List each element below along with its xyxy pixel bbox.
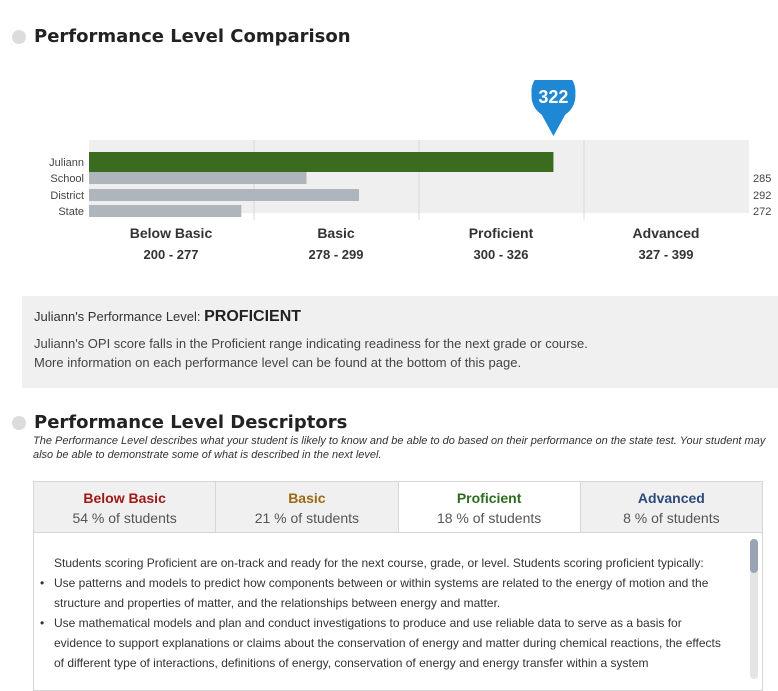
- range-proficient: Proficient 300 - 326: [419, 225, 583, 262]
- descriptor-list: Use patterns and models to predict how c…: [40, 573, 732, 673]
- panel-scrollbar[interactable]: [750, 539, 758, 679]
- bar: [89, 189, 359, 201]
- section-bullet-icon: [12, 415, 26, 430]
- range-name: Basic: [317, 225, 355, 241]
- range-span: 200 - 277: [143, 247, 199, 262]
- range-name: Advanced: [632, 225, 700, 241]
- tab-advanced[interactable]: Advanced 8 % of students: [580, 482, 762, 532]
- tab-name: Basic: [288, 490, 326, 506]
- comparison-header: Performance Level Comparison: [12, 26, 351, 47]
- tab-percent: 54 % of students: [72, 510, 177, 526]
- bar-category-label: State: [58, 206, 84, 218]
- summary-level: PROFICIENT: [204, 308, 302, 325]
- summary-text: Juliann's OPI score falls in the Profici…: [34, 334, 778, 372]
- tab-name: Advanced: [637, 490, 705, 506]
- bar-category-label: School: [50, 173, 84, 185]
- performance-summary: Juliann's Performance Level: PROFICIENT …: [22, 296, 778, 388]
- range-below-basic: Below Basic 200 - 277: [89, 225, 253, 262]
- range-basic: Basic 278 - 299: [254, 225, 418, 262]
- bar-value-label: 272: [753, 206, 771, 218]
- tab-basic[interactable]: Basic 21 % of students: [216, 482, 399, 532]
- range-span: 278 - 299: [308, 247, 364, 262]
- tab-percent: 18 % of students: [436, 510, 542, 526]
- descriptors-header: Performance Level Descriptors: [12, 412, 347, 433]
- section-bullet-icon: [12, 29, 26, 44]
- descriptor-bullet: Use mathematical models and plan and con…: [40, 613, 732, 673]
- summary-line-2: More information on each performance lev…: [34, 355, 522, 370]
- descriptor-panel[interactable]: Students scoring Proficient are on-track…: [33, 533, 763, 691]
- descriptor-bullet: Use patterns and models to predict how c…: [40, 573, 732, 613]
- tab-name: Proficient: [456, 490, 522, 506]
- descriptors-intro: The Performance Level describes what you…: [33, 435, 766, 461]
- score-pin-label: 322: [538, 87, 568, 107]
- level-tabs: Below Basic 54 % of students Basic 21 % …: [33, 481, 763, 533]
- range-advanced: Advanced 327 - 399: [584, 225, 748, 262]
- scrollbar-thumb[interactable]: [750, 539, 758, 573]
- bar: [89, 205, 242, 217]
- tab-percent: 8 % of students: [623, 510, 720, 526]
- range-span: 327 - 399: [638, 247, 694, 262]
- descriptor-intro: Students scoring Proficient are on-track…: [54, 556, 704, 570]
- range-span: 300 - 326: [473, 247, 529, 262]
- summary-heading: Juliann's Performance Level: PROFICIENT: [34, 308, 778, 326]
- bar: [89, 152, 554, 172]
- tab-percent: 21 % of students: [254, 510, 360, 526]
- range-name: Proficient: [468, 225, 534, 241]
- summary-label: Juliann's Performance Level:: [34, 309, 205, 324]
- bar: [89, 172, 307, 184]
- range-name: Below Basic: [129, 225, 213, 241]
- summary-line-1: Juliann's OPI score falls in the Profici…: [34, 336, 588, 351]
- comparison-chart: Juliann School 285 District 292 State 272 322: [49, 80, 771, 220]
- comparison-title: Performance Level Comparison: [34, 26, 351, 47]
- bar-value-label: 292: [753, 190, 771, 202]
- tab-below-basic[interactable]: Below Basic 54 % of students: [34, 482, 217, 532]
- range-band: [419, 140, 584, 213]
- range-band: [584, 140, 749, 213]
- bar-category-label: Juliann: [49, 157, 84, 169]
- bar-category-label: District: [50, 190, 84, 202]
- descriptors-title: Performance Level Descriptors: [34, 412, 348, 433]
- tab-proficient[interactable]: Proficient 18 % of students: [398, 482, 581, 532]
- tab-name: Below Basic: [83, 490, 166, 506]
- bar-value-label: 285: [753, 173, 771, 185]
